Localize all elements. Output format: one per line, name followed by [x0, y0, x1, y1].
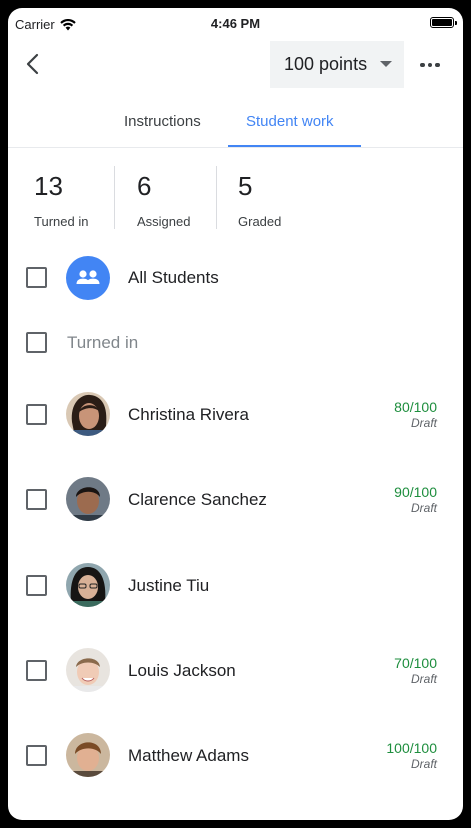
student-name: Louis Jackson: [128, 661, 236, 680]
section-header: Turned in: [67, 333, 139, 352]
grade-score: 90/100: [394, 484, 437, 500]
avatar: [66, 477, 110, 521]
grade-status: Draft: [410, 672, 437, 686]
grade-info[interactable]: 90/100 Draft: [394, 484, 437, 515]
points-dropdown[interactable]: 100 points: [270, 41, 404, 88]
student-checkbox[interactable]: [26, 745, 47, 766]
points-label: 100 points: [284, 54, 368, 74]
avatar: [66, 392, 110, 436]
tab-student-work[interactable]: Student work: [246, 113, 334, 130]
stat-label: Graded: [238, 214, 282, 229]
avatar: [66, 733, 110, 777]
stat-turned-in: 13 Turned in: [34, 163, 88, 230]
student-checkbox[interactable]: [26, 575, 47, 596]
stats-summary: 13 Turned in 6 Assigned 5 Graded: [8, 163, 463, 233]
student-name: Justine Tiu: [128, 576, 210, 595]
grade-info[interactable]: 100/100 Draft: [386, 740, 437, 771]
status-bar: Carrier 4:46 PM: [8, 8, 463, 40]
phone-screen: Carrier 4:46 PM 100 points Instructions …: [8, 8, 463, 820]
turned-in-section-checkbox[interactable]: [26, 332, 47, 353]
stat-graded: 5 Graded: [238, 163, 281, 230]
grade-status: Draft: [410, 757, 437, 771]
stat-assigned: 6 Assigned: [137, 163, 190, 230]
grade-score: 80/100: [394, 399, 437, 415]
stat-divider: [216, 166, 217, 229]
all-students-checkbox[interactable]: [26, 267, 47, 288]
stat-value: 13: [34, 171, 63, 201]
back-arrow-icon[interactable]: [22, 52, 46, 76]
grade-info[interactable]: 70/100 Draft: [394, 655, 437, 686]
grade-info[interactable]: 80/100 Draft: [394, 399, 437, 430]
stat-label: Assigned: [137, 214, 191, 229]
tab-bar: Instructions Student work: [8, 106, 463, 148]
student-checkbox[interactable]: [26, 489, 47, 510]
stat-value: 5: [238, 171, 253, 201]
grade-score: 70/100: [394, 655, 437, 671]
grade-status: Draft: [410, 501, 437, 515]
stat-divider: [114, 166, 115, 229]
student-checkbox[interactable]: [26, 404, 47, 425]
avatar: [66, 648, 110, 692]
avatar: [66, 563, 110, 607]
stat-value: 6: [137, 171, 152, 201]
stat-label: Turned in: [34, 214, 89, 229]
student-checkbox[interactable]: [26, 660, 47, 681]
more-horiz-icon[interactable]: [418, 58, 442, 72]
student-name: Matthew Adams: [128, 746, 249, 765]
student-name: Clarence Sanchez: [128, 490, 267, 509]
tab-instructions[interactable]: Instructions: [124, 113, 201, 130]
group-icon: [66, 256, 110, 300]
grade-score: 100/100: [386, 740, 437, 756]
student-name: Christina Rivera: [128, 405, 249, 424]
grade-status: Draft: [410, 416, 437, 430]
battery-icon: [430, 17, 457, 28]
clock: 4:46 PM: [210, 16, 261, 31]
dropdown-caret-icon: [380, 61, 392, 67]
all-students-label: All Students: [128, 268, 219, 287]
active-tab-indicator: [228, 145, 361, 147]
